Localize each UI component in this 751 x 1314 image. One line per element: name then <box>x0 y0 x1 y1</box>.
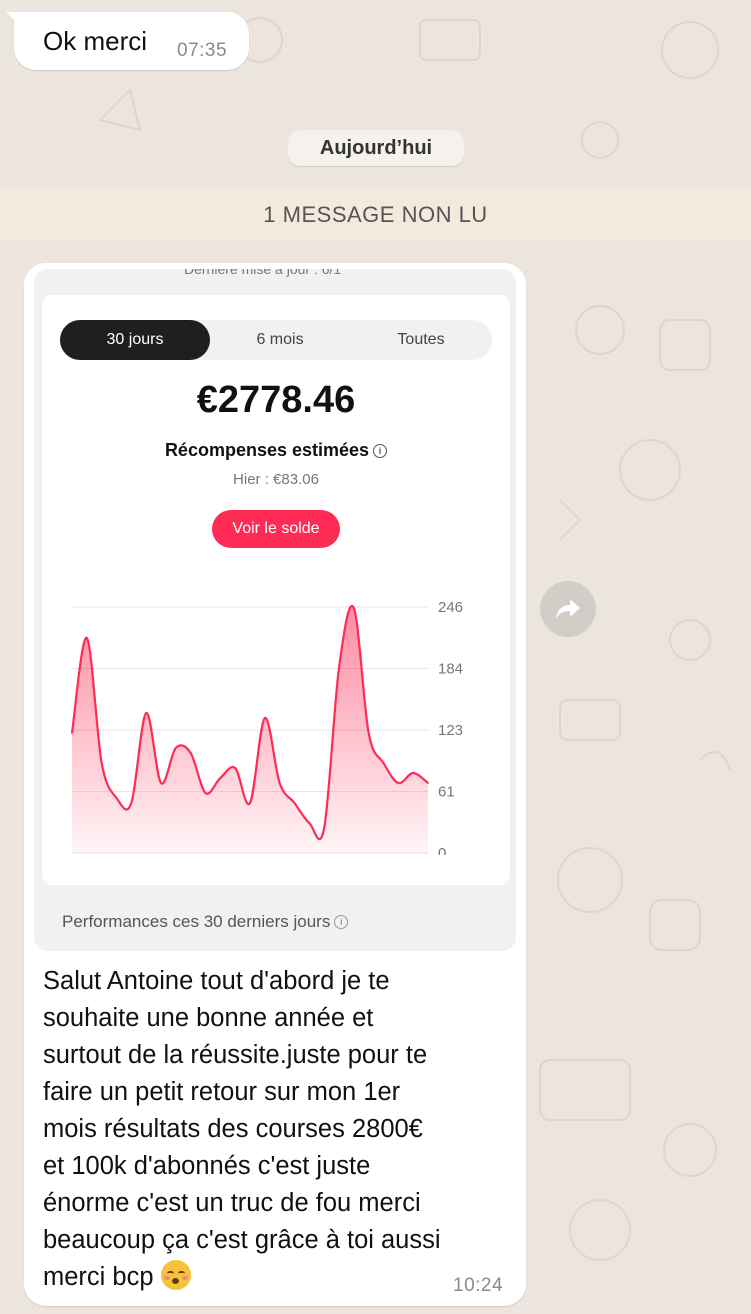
tab-all[interactable]: Toutes <box>350 320 492 360</box>
message-line: faire un petit retour sur mon 1er <box>43 1078 401 1106</box>
data-point <box>160 782 162 784</box>
estimated-rewards-label: Récompenses estimées i <box>42 440 510 461</box>
data-point <box>293 802 296 804</box>
data-point <box>145 712 147 714</box>
data-point <box>100 762 103 764</box>
view-balance-button[interactable]: Voir le solde <box>212 510 340 548</box>
message-line: surtout de la réussite.juste pour te <box>43 1041 428 1069</box>
data-point <box>264 717 266 719</box>
data-point <box>204 792 207 794</box>
estimated-rewards-amount: €2778.46 <box>196 379 356 421</box>
date-separator: Aujourd’hui <box>288 130 464 166</box>
data-point <box>86 637 88 639</box>
message-line: Salut Antoine tout d'abord je te <box>43 967 390 995</box>
data-point <box>71 732 73 734</box>
performance-label: Performances ces 30 derniers jours i <box>62 912 349 932</box>
data-point <box>219 777 222 779</box>
data-point <box>115 797 118 799</box>
y-tick-label: 61 <box>438 784 455 801</box>
data-point <box>323 827 325 829</box>
last-update-text: Dernière mise à jour : 6/1 <box>184 269 342 277</box>
data-point <box>367 732 370 734</box>
data-point <box>308 822 311 824</box>
message-line: merci bcp <box>43 1263 154 1291</box>
data-point <box>234 767 236 769</box>
info-icon: i <box>334 915 349 929</box>
series-area <box>72 605 428 853</box>
forward-arrow-icon <box>556 599 580 619</box>
message-line: beaucoup ça c'est grâce à toi aussi <box>43 1226 441 1254</box>
data-point <box>338 667 340 669</box>
y-tick-label: 246 <box>438 599 463 616</box>
message-text: Salut Antoine tout d'abord je te souhait… <box>43 963 513 1296</box>
data-point <box>397 782 400 784</box>
data-point <box>382 762 385 764</box>
kissing-face-emoji-icon <box>160 1260 191 1290</box>
rewards-chart: 0611231842468/1218/1228/126/1 <box>42 555 510 881</box>
performance-label-text: Performances ces 30 derniers jours <box>62 912 331 931</box>
message-line: mois résultats des courses 2800€ <box>43 1115 423 1143</box>
data-point <box>278 782 281 784</box>
bubble-tail <box>6 12 20 26</box>
y-tick-label: 123 <box>438 722 463 739</box>
message-line-last: merci bcp <box>43 1259 513 1296</box>
data-point <box>412 772 414 774</box>
forward-button[interactable] <box>540 581 596 637</box>
rewards-chart-svg: 0611231842468/1218/1228/126/1 <box>70 599 463 881</box>
message-line: énorme c'est un truc de fou merci <box>43 1189 421 1217</box>
tab-30-days[interactable]: 30 jours <box>60 320 210 360</box>
period-selector: 30 jours 6 mois Toutes <box>60 320 492 360</box>
y-tick-label: 184 <box>438 661 463 678</box>
message-time: 07:35 <box>177 40 228 61</box>
tab-6-months[interactable]: 6 mois <box>210 320 350 360</box>
message-line: et 100k d'abonnés c'est juste <box>43 1152 371 1180</box>
rewards-label-text: Récompenses estimées <box>164 440 370 460</box>
message-time: 10:24 <box>453 1275 504 1296</box>
data-point <box>189 752 192 754</box>
data-point <box>249 802 251 804</box>
y-tick-label: 0 <box>438 845 446 855</box>
earlier-message-bubble[interactable]: Ok merci 07:35 <box>6 12 249 70</box>
incoming-message-bubble[interactable]: Dernière mise à jour : 6/1 30 jours 6 mo… <box>24 263 526 1306</box>
message-text: Ok merci <box>43 26 147 56</box>
yesterday-earnings: Hier : €83.06 <box>233 471 319 488</box>
data-point <box>427 782 429 784</box>
rewards-card: 30 jours 6 mois Toutes €2778.46 Récompen… <box>42 295 510 885</box>
data-point <box>130 802 133 804</box>
data-point <box>353 607 355 609</box>
data-point <box>175 747 177 749</box>
message-line: souhaite une bonne année et <box>43 1004 374 1032</box>
info-icon: i <box>373 444 388 458</box>
shared-screenshot[interactable]: Dernière mise à jour : 6/1 30 jours 6 mo… <box>34 269 516 951</box>
unread-messages-banner: 1 MESSAGE NON LU <box>0 189 751 241</box>
